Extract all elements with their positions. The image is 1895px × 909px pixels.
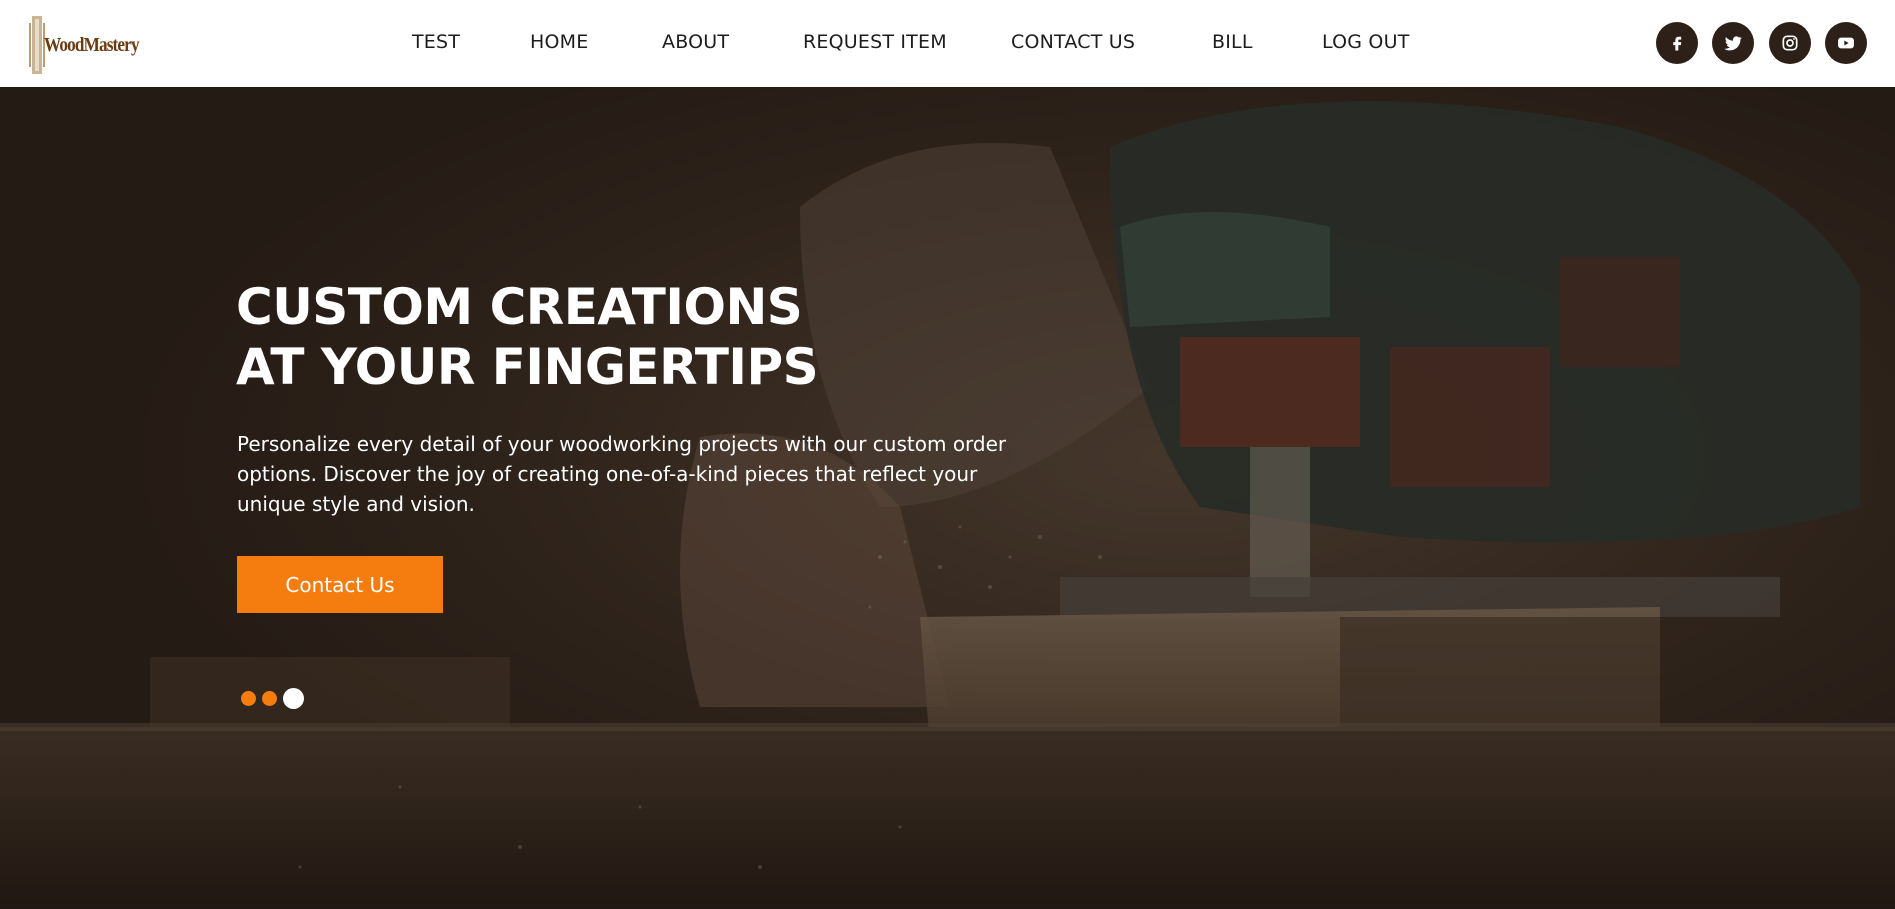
top-navbar: WoodMastery TEST HOME ABOUT REQUEST ITEM… [0, 0, 1895, 87]
nav-item-about[interactable]: ABOUT [662, 31, 729, 53]
hero-headline-line2: AT YOUR FINGERTIPS [236, 338, 819, 396]
logo-text: WoodMastery [43, 33, 140, 56]
twitter-icon[interactable] [1712, 22, 1754, 64]
nav-item-bill[interactable]: BILL [1212, 31, 1253, 53]
nav-item-log-out[interactable]: LOG OUT [1322, 31, 1410, 53]
youtube-icon[interactable] [1825, 22, 1867, 64]
hero-description: Personalize every detail of your woodwor… [237, 432, 1007, 516]
nav-item-test[interactable]: TEST [412, 31, 460, 53]
instagram-icon[interactable] [1769, 22, 1811, 64]
slider-dot-1[interactable] [241, 690, 256, 706]
hero-headline: CUSTOM CREATIONS AT YOUR FINGERTIPS [236, 277, 819, 397]
hero-section: CUSTOM CREATIONS AT YOUR FINGERTIPS Pers… [0, 87, 1895, 909]
slider-dot-2[interactable] [262, 690, 277, 706]
nav-item-request-item[interactable]: REQUEST ITEM [803, 31, 947, 53]
hero-headline-line1: CUSTOM CREATIONS [236, 278, 803, 336]
slider-dot-3-active[interactable] [283, 687, 304, 709]
brand-logo[interactable]: WoodMastery [28, 15, 154, 75]
contact-us-button[interactable]: Contact Us [237, 556, 443, 613]
slider-indicator [241, 687, 310, 709]
logo-window-icon [28, 16, 45, 74]
nav-item-home[interactable]: HOME [530, 31, 588, 53]
nav-item-contact-us[interactable]: CONTACT US [1011, 31, 1135, 53]
facebook-icon[interactable] [1656, 22, 1698, 64]
